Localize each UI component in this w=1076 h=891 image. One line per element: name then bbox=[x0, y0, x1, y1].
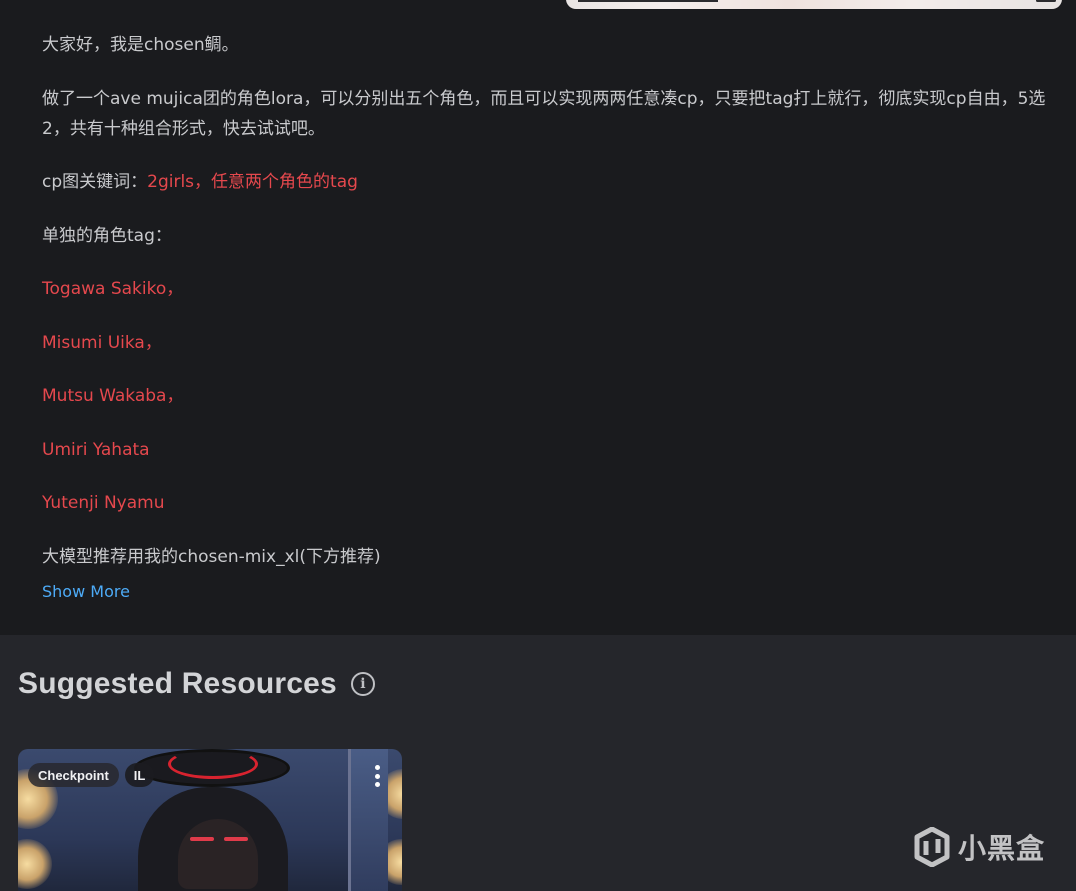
character-face bbox=[178, 819, 258, 889]
character-tag-sakiko: Togawa Sakiko， bbox=[42, 279, 184, 299]
model-recommendation-text: 大模型推荐用我的chosen-mix_xl(下方推荐) bbox=[42, 546, 381, 567]
base-model-badge: IL bbox=[124, 763, 155, 787]
kebab-dot bbox=[374, 773, 380, 779]
character-tag-wakaba: Mutsu Wakaba， bbox=[42, 386, 184, 406]
section-title: Suggested Resources bbox=[18, 667, 337, 700]
single-tag-label: 单独的角色tag： bbox=[42, 225, 172, 246]
intro-text: 做了一个ave mujica团的角色lora，可以分别出五个角色，而且可以实现两… bbox=[42, 88, 1046, 139]
kebab-dot bbox=[374, 782, 380, 787]
bokeh-light bbox=[18, 839, 52, 889]
cp-keywords-value: 2girls，任意两个角色的tag bbox=[147, 172, 358, 192]
halo-red-mark bbox=[168, 749, 258, 779]
watermark-text: 小黑盒 bbox=[958, 832, 1046, 865]
card-badges: Checkpoint IL bbox=[28, 763, 155, 787]
resource-card[interactable]: Checkpoint IL bbox=[18, 749, 402, 891]
cp-keywords-label: cp图关键词： bbox=[42, 172, 148, 192]
image-shadow-strip bbox=[578, 0, 718, 2]
page: 大家好，我是chosen鲷。 做了一个ave mujica团的角色lora，可以… bbox=[0, 0, 1076, 891]
info-icon[interactable]: i bbox=[350, 672, 375, 696]
checkpoint-badge: Checkpoint bbox=[28, 763, 119, 787]
kebab-dot bbox=[374, 765, 380, 770]
character-tag-uika: Misumi Uika， bbox=[42, 332, 162, 353]
character-eye bbox=[190, 837, 214, 841]
preview-image-bottom-edge[interactable] bbox=[566, 0, 1062, 9]
cp-keywords-line: cp图关键词：2girls，任意两个角色的tag bbox=[42, 167, 1062, 197]
greeting-text: 大家好，我是chosen鲷。 bbox=[42, 35, 239, 55]
character-tag-nyamu: Yutenji Nyamu bbox=[42, 493, 165, 513]
character-eye bbox=[224, 837, 248, 841]
show-more-link[interactable]: Show More bbox=[42, 582, 130, 601]
watermark: 小黑盒 bbox=[914, 827, 1045, 867]
character-tag-umiri: Umiri Yahata bbox=[42, 439, 150, 460]
kebab-menu-icon[interactable] bbox=[370, 763, 384, 789]
xiaoheihe-logo-icon bbox=[914, 827, 950, 867]
image-shadow-strip bbox=[1036, 0, 1056, 2]
section-header: Suggested Resources i bbox=[18, 667, 375, 701]
model-description: 大家好，我是chosen鲷。 做了一个ave mujica团的角色lora，可以… bbox=[42, 30, 1062, 595]
